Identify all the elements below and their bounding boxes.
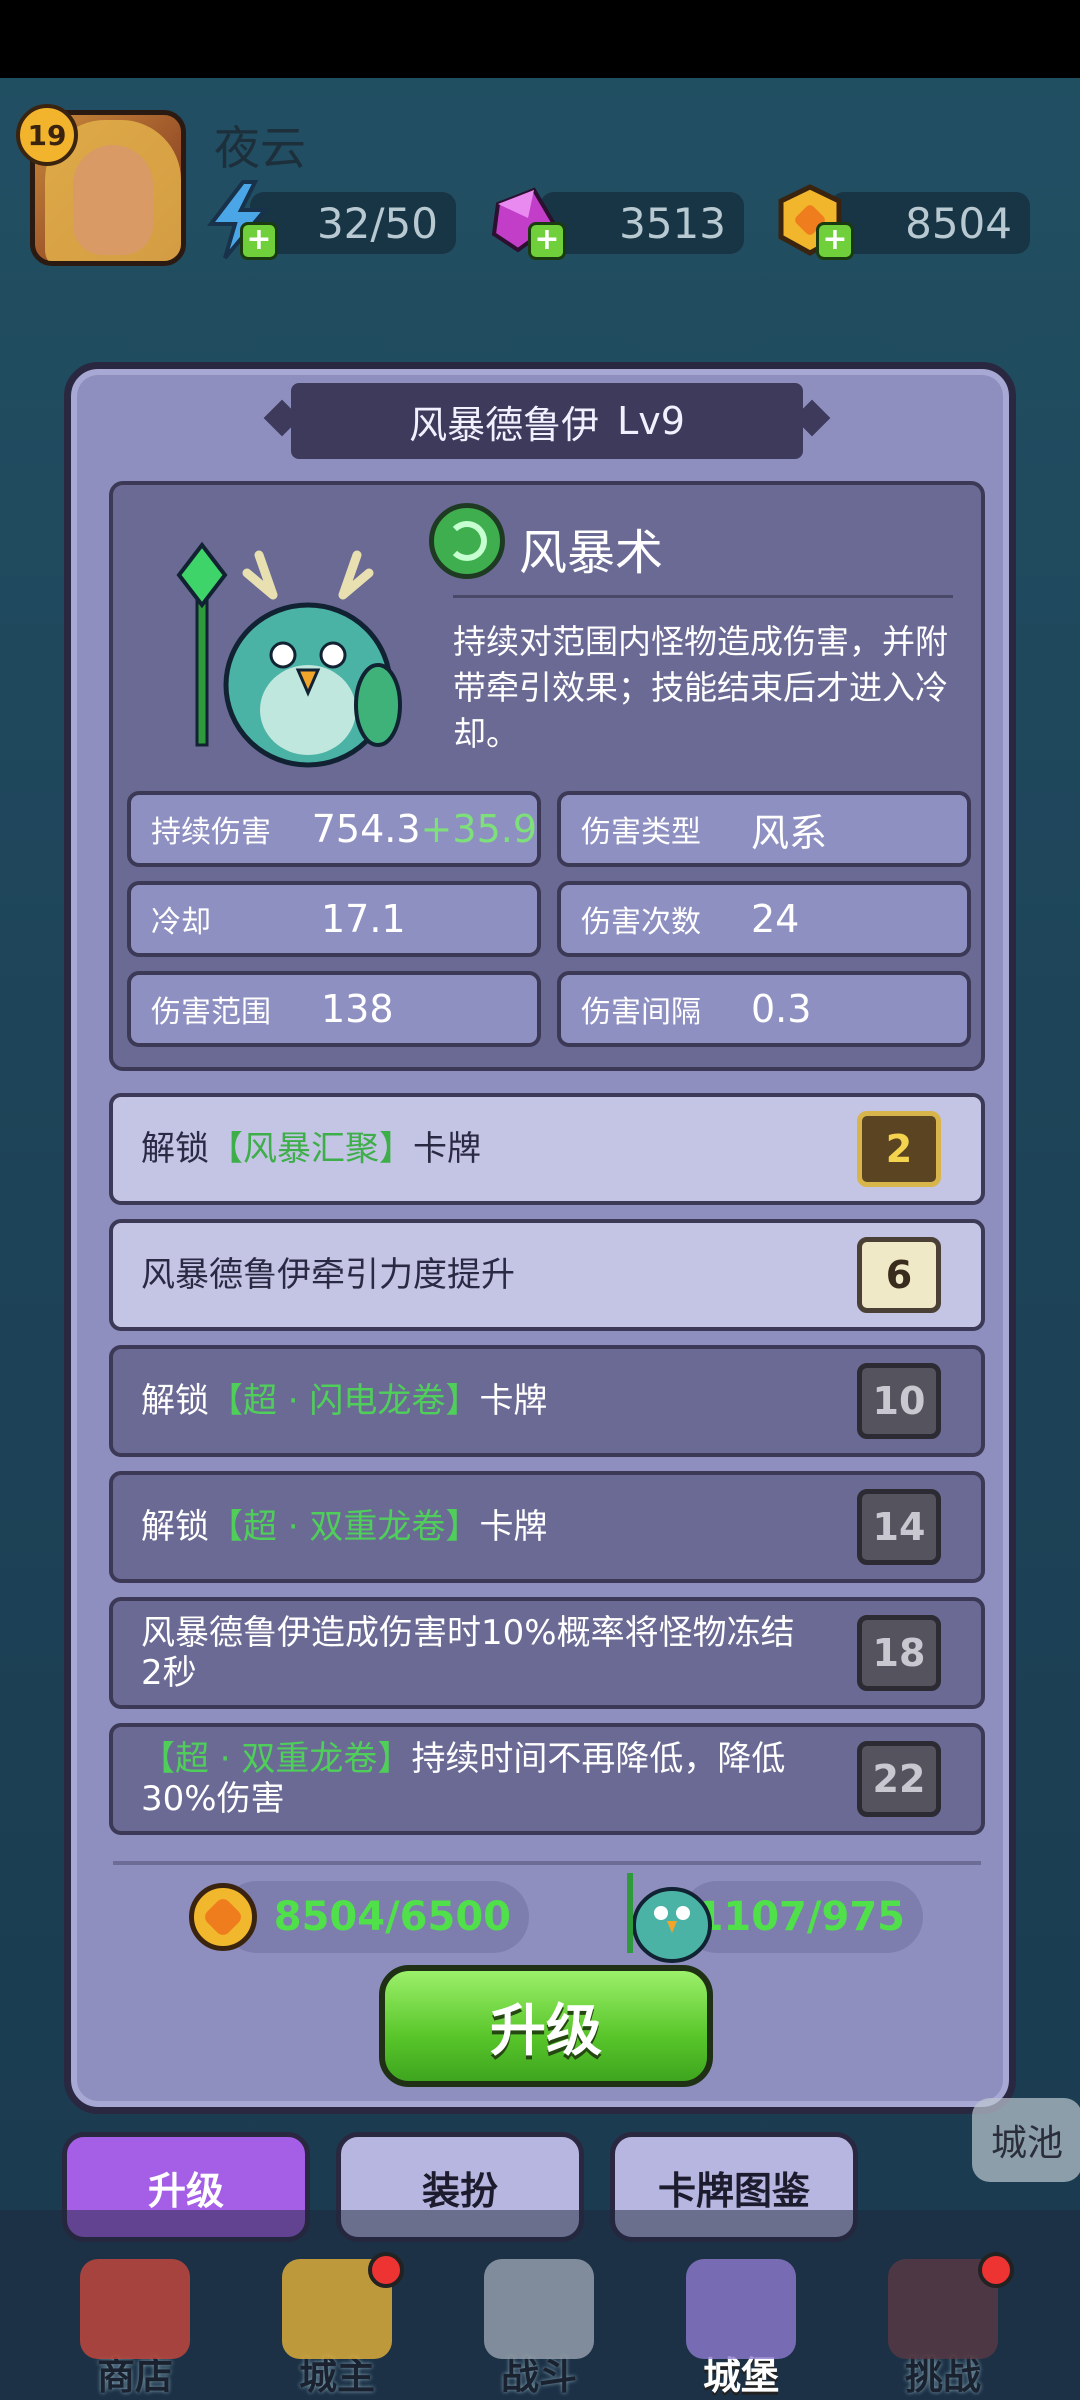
upgrade-text: 解锁 bbox=[141, 1381, 209, 1421]
gold-counter: 8504 bbox=[830, 192, 1030, 254]
upgrade-text: 风暴德鲁伊造成伤害时10%概率将怪物冻结2秒 bbox=[141, 1613, 795, 1693]
stat-damage-type: 伤害类型 风系 bbox=[557, 791, 971, 867]
stat-value: 风系 bbox=[751, 810, 828, 855]
upgrade-text: 风暴德鲁伊牵引力度提升 bbox=[141, 1255, 515, 1295]
stat-label: 伤害次数 bbox=[581, 905, 701, 940]
add-gold-button[interactable]: + bbox=[816, 222, 854, 260]
modal-title: 风暴德鲁伊 Lv9 bbox=[291, 383, 803, 459]
storm-druid-portrait bbox=[163, 535, 403, 775]
nav-battle[interactable]: 战斗 bbox=[464, 2250, 614, 2400]
gem-counter: 3513 bbox=[540, 192, 744, 254]
player-name: 夜云 bbox=[214, 121, 306, 175]
upgrade-text-suffix: 卡牌 bbox=[479, 1507, 548, 1547]
upgrade-text: 解锁 bbox=[141, 1129, 209, 1169]
skill-divider bbox=[453, 595, 953, 598]
stat-label: 持续伤害 bbox=[151, 815, 271, 850]
upgrade-row-lv2[interactable]: 解锁【风暴汇聚】卡牌 2 bbox=[109, 1093, 985, 1205]
shop-icon bbox=[80, 2259, 190, 2359]
swords-icon bbox=[484, 2259, 594, 2359]
hero-shard-cost: 1107/975 bbox=[681, 1881, 923, 1953]
upgrade-text-suffix: 卡牌 bbox=[413, 1129, 481, 1169]
skill-card: 风暴术 持续对范围内怪物造成伤害，并附带牵引效果；技能结束后才进入冷却。 持续伤… bbox=[109, 481, 985, 1071]
player-level-badge: 19 bbox=[16, 104, 78, 166]
stat-hit-count: 伤害次数 24 bbox=[557, 881, 971, 957]
lord-notification-dot bbox=[368, 2252, 404, 2288]
upgrade-row-lv10[interactable]: 解锁【超 · 闪电龙卷】卡牌 10 bbox=[109, 1345, 985, 1457]
stat-value: 138 bbox=[321, 987, 394, 1031]
upgrade-card-name: 【超 · 双重龙卷】 bbox=[141, 1739, 412, 1779]
upgrade-text: 解锁 bbox=[141, 1507, 209, 1547]
stat-dps: 持续伤害 754.3 +35.9 bbox=[127, 791, 541, 867]
upgrade-button[interactable]: 升级 bbox=[379, 1965, 713, 2087]
upgrade-card-name: 【超 · 闪电龙卷】 bbox=[209, 1381, 480, 1421]
hero-detail-modal: 风暴德鲁伊 Lv9 风暴术 持续对范围内怪物造成伤害，并附带牵引效果；技能结束后… bbox=[64, 362, 1016, 2114]
stat-label: 伤害类型 bbox=[581, 815, 701, 850]
unlock-level-badge: 2 bbox=[857, 1111, 941, 1187]
hero-name: 风暴德鲁伊 bbox=[409, 402, 600, 447]
stat-cooldown: 冷却 17.1 bbox=[127, 881, 541, 957]
unlock-level-badge: 14 bbox=[857, 1489, 941, 1565]
unlock-level-badge: 10 bbox=[857, 1363, 941, 1439]
nav-castle[interactable]: 城堡 bbox=[666, 2250, 816, 2400]
upgrade-row-lv14[interactable]: 解锁【超 · 双重龙卷】卡牌 14 bbox=[109, 1471, 985, 1583]
upgrade-row-lv6[interactable]: 风暴德鲁伊牵引力度提升 6 bbox=[109, 1219, 985, 1331]
stat-value: 754.3 bbox=[311, 807, 421, 851]
stat-bonus: +35.9 bbox=[420, 807, 537, 851]
stat-value: 24 bbox=[751, 897, 800, 941]
hero-shard-icon bbox=[617, 1863, 717, 1963]
unlock-level-badge: 6 bbox=[857, 1237, 941, 1313]
castle-icon bbox=[686, 2259, 796, 2359]
add-gems-button[interactable]: + bbox=[528, 222, 566, 260]
tornado-icon bbox=[429, 503, 505, 579]
stat-value: 0.3 bbox=[751, 987, 812, 1031]
cost-divider bbox=[113, 1861, 981, 1865]
upgrade-card-name: 【风暴汇聚】 bbox=[209, 1129, 413, 1169]
gold-cost: 8504/6500 bbox=[221, 1881, 529, 1953]
stat-label: 伤害范围 bbox=[151, 995, 271, 1030]
stat-label: 冷却 bbox=[151, 905, 211, 940]
stat-interval: 伤害间隔 0.3 bbox=[557, 971, 971, 1047]
unlock-level-badge: 18 bbox=[857, 1615, 941, 1691]
stat-range: 伤害范围 138 bbox=[127, 971, 541, 1047]
energy-counter: 32/50 bbox=[250, 192, 456, 254]
stat-label: 伤害间隔 bbox=[581, 995, 701, 1030]
status-bar bbox=[0, 0, 1080, 78]
skill-description: 持续对范围内怪物造成伤害，并附带牵引效果；技能结束后才进入冷却。 bbox=[453, 622, 948, 753]
upgrade-row-lv22[interactable]: 【超 · 双重龙卷】持续时间不再降低，降低30%伤害 22 bbox=[109, 1723, 985, 1835]
hero-level: Lv9 bbox=[617, 399, 685, 443]
city-pool-button[interactable]: 城池 bbox=[972, 2098, 1080, 2182]
skill-name: 风暴术 bbox=[519, 525, 664, 581]
nav-shop[interactable]: 商店 bbox=[60, 2250, 210, 2400]
stat-value: 17.1 bbox=[321, 897, 406, 941]
upgrade-row-lv18[interactable]: 风暴德鲁伊造成伤害时10%概率将怪物冻结2秒 18 bbox=[109, 1597, 985, 1709]
upgrade-card-name: 【超 · 双重龙卷】 bbox=[209, 1507, 480, 1547]
unlock-level-badge: 22 bbox=[857, 1741, 941, 1817]
challenge-notification-dot bbox=[978, 2252, 1014, 2288]
gold-coin-icon bbox=[189, 1883, 257, 1951]
upgrade-text-suffix: 卡牌 bbox=[479, 1381, 548, 1421]
add-energy-button[interactable]: + bbox=[240, 222, 278, 260]
